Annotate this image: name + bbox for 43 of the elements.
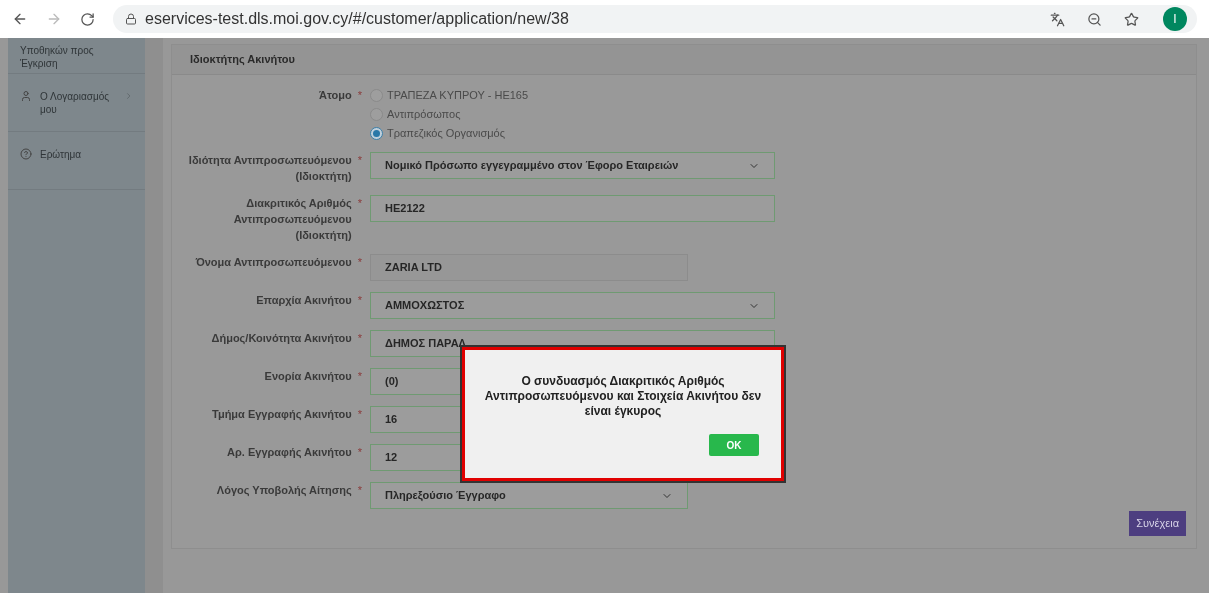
reload-icon[interactable] bbox=[80, 11, 95, 27]
input-field[interactable]: HE2122 bbox=[370, 195, 775, 222]
select-field[interactable]: Πληρεξούσιο Έγγραφο bbox=[370, 482, 688, 509]
translate-icon[interactable] bbox=[1050, 11, 1065, 27]
field-label: Επαρχία Ακινήτου bbox=[255, 293, 352, 308]
field-label: Ιδιότητα Αντιπροσωπευόμενου (Ιδιοκτήτη) bbox=[187, 153, 352, 184]
continue-button[interactable]: Συνέχεια bbox=[1129, 511, 1186, 536]
required-mark: * bbox=[357, 88, 362, 103]
user-icon bbox=[20, 90, 32, 102]
zoom-out-icon[interactable] bbox=[1087, 11, 1102, 27]
radio-option[interactable]: Τραπεζικός Οργανισμός bbox=[370, 125, 529, 141]
url-text: eservices-test.dls.moi.gov.cy/#/customer/application/new/38 bbox=[145, 9, 569, 29]
field-label: Αρ. Εγγραφής Ακινήτου bbox=[226, 445, 352, 460]
required-mark: * bbox=[357, 196, 362, 211]
star-icon[interactable] bbox=[1124, 11, 1139, 27]
required-mark: * bbox=[357, 331, 362, 346]
required-mark: * bbox=[357, 293, 362, 308]
field-label: Άτομο bbox=[318, 88, 352, 103]
input-field[interactable]: ZARIA LTD bbox=[370, 254, 688, 281]
radio-option[interactable]: ΤΡΑΠΕΖΑ ΚΥΠΡΟΥ - HE165 bbox=[370, 87, 529, 103]
field-label: Δήμος/Κοινότητα Ακινήτου bbox=[210, 331, 352, 346]
select-field[interactable]: Νομικό Πρόσωπο εγγεγραμμένο στον Έφορο Εταιρειών bbox=[370, 152, 775, 179]
dialog-message: Ο συνδυασμός Διακριτικός Αριθμός Αντιπροσωπευόμενου και Στοιχεία Ακινήτου δεν είναι έγκυρος bbox=[483, 374, 763, 419]
ok-button[interactable]: OK bbox=[709, 434, 759, 456]
field-label: Διακριτικός Αριθμός Αντιπροσωπευόμενου (Ιδιοκτήτη) bbox=[232, 196, 352, 243]
profile-avatar[interactable]: I bbox=[1163, 7, 1187, 31]
required-mark: * bbox=[357, 445, 362, 460]
back-icon[interactable] bbox=[12, 11, 28, 27]
field-label: Λόγος Υποβολής Αίτησης bbox=[215, 483, 352, 498]
required-mark: * bbox=[357, 255, 362, 270]
required-mark: * bbox=[357, 369, 362, 384]
address-bar[interactable]: eservices-test.dls.moi.gov.cy/#/customer/application/new/38 I bbox=[113, 5, 1197, 33]
field-label: Όνομα Αντιπροσωπευόμενου bbox=[194, 255, 352, 270]
select-field[interactable]: ΑΜΜΟΧΩΣΤΟΣ bbox=[370, 292, 775, 319]
field-label: Τμήμα Εγγραφής Ακινήτου bbox=[211, 407, 352, 422]
required-mark: * bbox=[357, 153, 362, 168]
card-header: Ιδιοκτήτης Ακινήτου bbox=[172, 45, 1196, 75]
required-mark: * bbox=[357, 407, 362, 422]
lock-icon bbox=[125, 13, 137, 25]
radio-option[interactable]: Αντιπρόσωπος bbox=[370, 106, 529, 122]
field-label: Ενορία Ακινήτου bbox=[263, 369, 352, 384]
question-icon bbox=[20, 148, 32, 160]
required-mark: * bbox=[357, 483, 362, 498]
